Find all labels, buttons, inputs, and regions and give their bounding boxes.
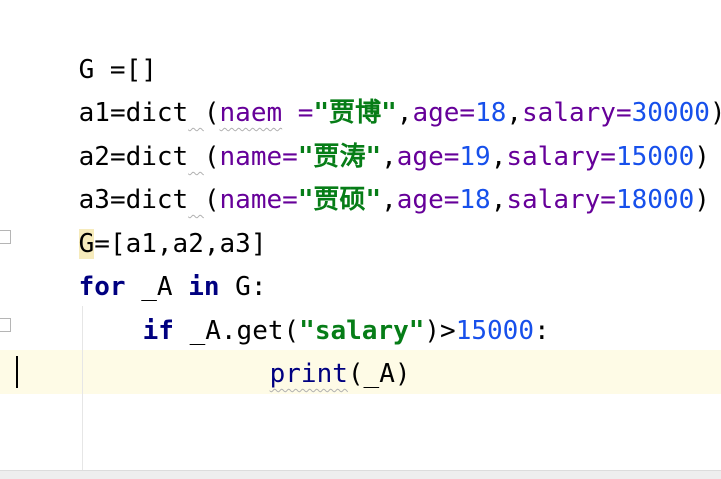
code-line-8[interactable]: print(_A): [207, 308, 411, 389]
code-line-6[interactable]: for _A in G:: [16, 221, 267, 302]
code-editor[interactable]: G =[] a1=dict (naem ="贾博",age=18,salary=…: [0, 0, 721, 479]
fold-end-marker-icon[interactable]: [0, 318, 11, 332]
code-line-7[interactable]: if _A.get("salary")>15000:: [80, 265, 550, 346]
code-line-4[interactable]: a3=dict (name="贾硕",age=18,salary=18000): [16, 134, 710, 215]
token-kwarg: salary: [506, 185, 601, 215]
token-eq: =: [443, 185, 460, 215]
code-line-2[interactable]: a1=dict (naem ="贾博",age=18,salary=30000): [16, 47, 721, 128]
token-eq: =: [282, 185, 298, 215]
token-keyword-if: if: [142, 316, 174, 346]
token-number: 15000: [455, 316, 534, 346]
code-line-3[interactable]: a2=dict (name="贾涛",age=19,salary=15000): [16, 91, 710, 172]
token-number: 18000: [615, 185, 695, 215]
token-kwarg: age: [396, 185, 444, 215]
token-paren: ): [694, 185, 710, 215]
token-comma: ,: [490, 185, 507, 215]
horizontal-scrollbar[interactable]: [0, 470, 721, 479]
fold-marker-icon[interactable]: [0, 230, 11, 244]
token-colon: :: [534, 316, 550, 346]
token-comma: ,: [381, 185, 397, 215]
token-number: 18: [459, 185, 491, 215]
text-caret: [16, 356, 18, 388]
token-args: (_A): [347, 359, 411, 389]
token-paren: ): [710, 98, 721, 128]
code-line-5[interactable]: G=[a1,a2,a3]: [16, 178, 266, 259]
token-string: "贾硕": [297, 185, 382, 215]
code-line-1[interactable]: G =[]: [16, 4, 157, 85]
token-eq: =: [600, 185, 616, 215]
token-builtin-print: print: [269, 359, 348, 389]
token-compare: )>: [424, 316, 456, 346]
